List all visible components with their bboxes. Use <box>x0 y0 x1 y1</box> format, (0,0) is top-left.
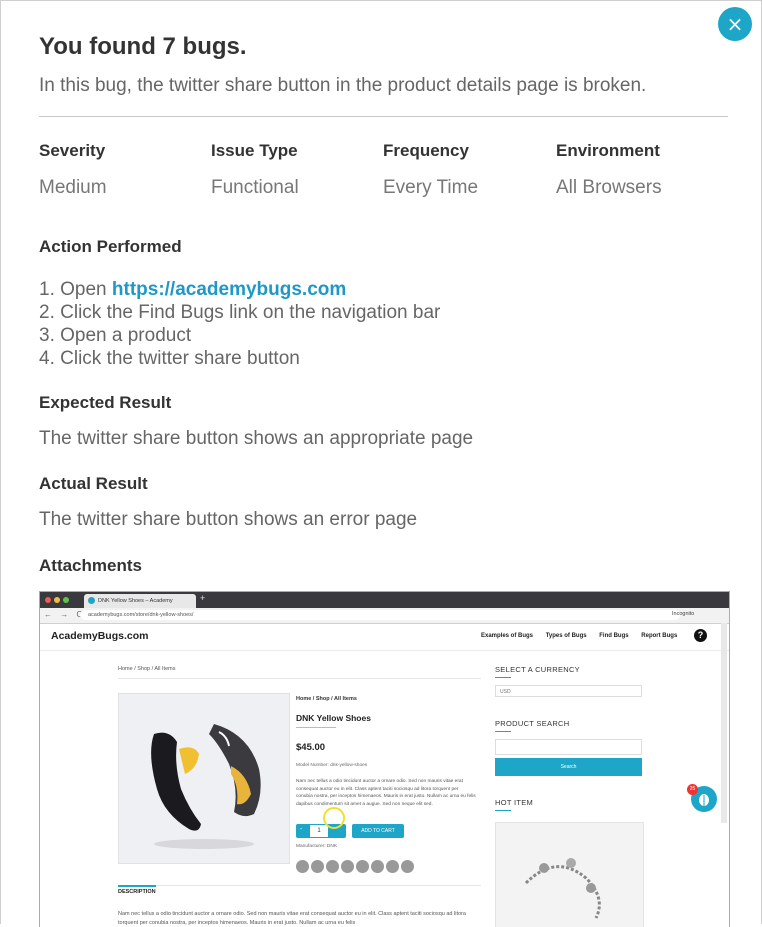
tab-description[interactable]: DESCRIPTION <box>118 889 156 895</box>
model-number: Model Number: dnk-yellow-shoes <box>296 763 368 768</box>
facebook-icon[interactable] <box>296 860 309 873</box>
qty-minus[interactable]: - <box>300 826 302 833</box>
browser-tab: DNK Yellow Shoes – Academy <box>84 594 196 608</box>
bracelet-image-icon <box>524 858 601 919</box>
cursor-highlight <box>323 807 345 829</box>
currency-select[interactable]: USD <box>495 685 642 697</box>
digg-icon[interactable] <box>401 860 414 873</box>
social-share-icons <box>296 860 416 878</box>
email-icon[interactable] <box>326 860 339 873</box>
divider <box>118 678 481 679</box>
manufacturer: Manufacturer: DNK <box>296 844 338 849</box>
underline <box>495 810 511 811</box>
incognito-label: Incognito <box>672 611 695 617</box>
divider <box>39 116 728 117</box>
site-logo: AcademyBugs.com <box>51 630 149 642</box>
browser-tab-bar: DNK Yellow Shoes – Academy + <box>40 592 729 608</box>
twitter-icon[interactable] <box>311 860 324 873</box>
step-item: 1. Open https://academybugs.com <box>39 278 440 301</box>
frequency-label: Frequency <box>383 141 469 160</box>
step-prefix: 1. Open <box>39 279 112 300</box>
search-heading: PRODUCT SEARCH <box>495 719 570 728</box>
actual-result-text: The twitter share button shows an error … <box>39 509 418 530</box>
steps-list: 1. Open https://academybugs.com 2. Click… <box>39 278 440 370</box>
step-item: 3. Open a product <box>39 325 192 346</box>
severity-value: Medium <box>39 177 107 198</box>
description-text: Nam nec tellus a odio tincidunt auctor a… <box>118 911 466 926</box>
product-price: $45.00 <box>296 742 326 753</box>
breadcrumb-top: Home / Shop / All Items <box>118 666 176 672</box>
site-nav-item: Examples of Bugs <box>481 633 534 639</box>
close-icon: × <box>726 12 744 36</box>
shoe-image-icon <box>151 724 261 849</box>
meta-issue-type: Issue Type Functional <box>211 141 381 199</box>
scrollbar[interactable] <box>721 623 727 823</box>
expected-result-heading: Expected Result <box>39 393 172 412</box>
product-name: DNK Yellow Shoes <box>296 713 371 723</box>
expected-result-text: The twitter share button shows an approp… <box>39 428 474 449</box>
frequency-value: Every Time <box>383 177 479 198</box>
meta-environment: Environment All Browsers <box>556 141 726 199</box>
bug-count-badge: 25 <box>687 784 698 795</box>
help-icon: ? <box>694 629 707 642</box>
severity-label: Severity <box>39 141 106 160</box>
issue-type-label: Issue Type <box>211 141 298 160</box>
product-image <box>118 693 290 864</box>
step-item: 2. Click the Find Bugs link on the navig… <box>39 302 441 323</box>
site-nav-item: Report Bugs <box>641 633 678 639</box>
breadcrumb-product: Home / Shop / All Items <box>296 696 357 702</box>
whatsapp-icon[interactable] <box>386 860 399 873</box>
site-nav-item: Find Bugs <box>599 633 629 639</box>
modal-subtitle: In this bug, the twitter share button in… <box>39 75 647 96</box>
academybugs-link[interactable]: https://academybugs.com <box>112 279 346 300</box>
bug-report-modal: × You found 7 bugs. In this bug, the twi… <box>0 0 762 927</box>
browser-tab-title: DNK Yellow Shoes – Academy <box>98 598 173 604</box>
tab-active-indicator <box>118 885 156 887</box>
window-close-dot <box>45 597 51 603</box>
currency-heading: SELECT A CURRENCY <box>495 665 580 674</box>
modal-title: You found 7 bugs. <box>39 33 247 60</box>
window-max-dot <box>63 597 69 603</box>
attachments-heading: Attachments <box>39 556 142 575</box>
new-tab-icon: + <box>200 593 206 603</box>
close-button[interactable]: × <box>718 7 752 41</box>
product-description: Nam nec tellus a odio tincidunt auctor a… <box>296 779 476 807</box>
pinterest-icon[interactable] <box>341 860 354 873</box>
attachment-screenshot[interactable]: DNK Yellow Shoes – Academy + ← → C acade… <box>39 591 730 927</box>
hot-item-heading: HOT ITEM <box>495 798 534 807</box>
search-input[interactable] <box>495 739 642 755</box>
divider <box>296 727 336 728</box>
window-min-dot <box>54 597 60 603</box>
site-header-border <box>40 650 729 651</box>
add-to-cart-button[interactable]: ADD TO CART <box>352 824 404 838</box>
meta-frequency: Frequency Every Time <box>383 141 553 199</box>
meta-severity: Severity Medium <box>39 141 209 199</box>
search-button[interactable]: Search <box>495 758 642 776</box>
site-nav: Examples of Bugs Types of Bugs Find Bugs… <box>481 633 688 639</box>
environment-label: Environment <box>556 141 660 160</box>
hot-item-image <box>495 822 644 927</box>
issue-type-value: Functional <box>211 177 299 198</box>
environment-value: All Browsers <box>556 177 662 198</box>
google-plus-icon[interactable] <box>356 860 369 873</box>
action-performed-heading: Action Performed <box>39 237 182 256</box>
divider <box>118 885 481 886</box>
underline <box>495 677 511 678</box>
underline <box>495 731 511 732</box>
site-favicon-icon <box>88 597 95 604</box>
actual-result-heading: Actual Result <box>39 474 148 493</box>
browser-url: academybugs.com/store/dnk-yellow-shoes/ <box>80 610 680 620</box>
quantity-input[interactable]: 1 <box>310 825 328 837</box>
step-item: 4. Click the twitter share button <box>39 348 300 369</box>
site-nav-item: Types of Bugs <box>545 633 587 639</box>
browser-address-bar: ← → C academybugs.com/store/dnk-yellow-s… <box>40 608 729 624</box>
linkedin-icon[interactable] <box>371 860 384 873</box>
